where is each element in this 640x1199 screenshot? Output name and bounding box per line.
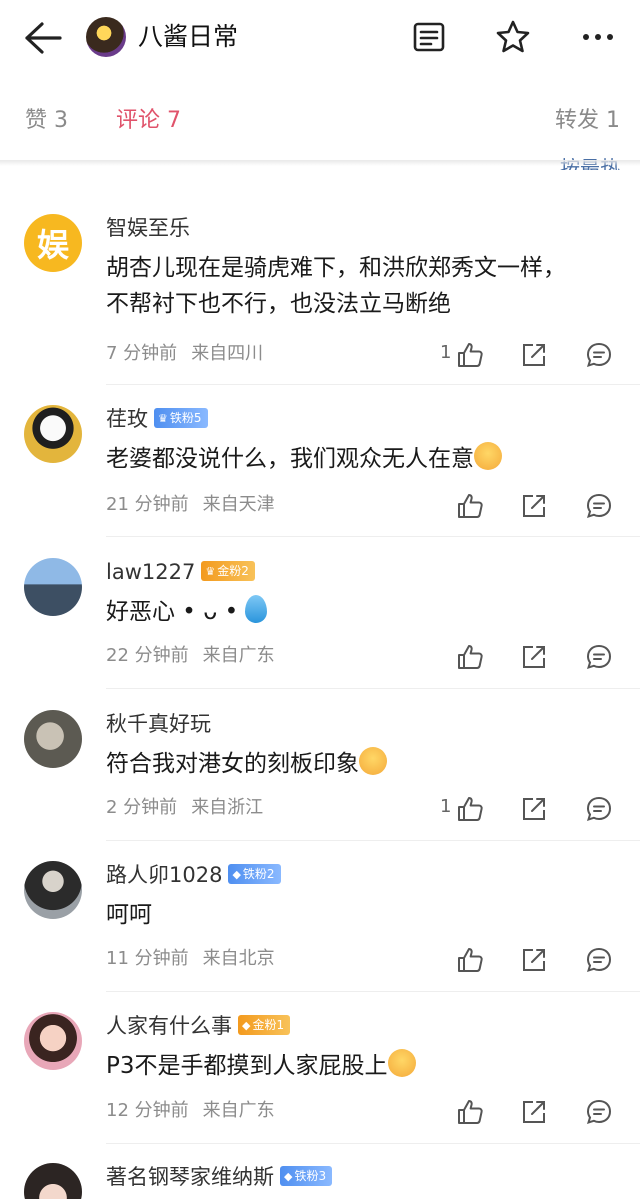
share-icon[interactable] [519,794,549,824]
comment-text-content: 好恶心 • ᴗ • [106,599,239,625]
crown-icon: ♛ [158,412,168,425]
tab-reposts[interactable]: 转发 1 [555,106,620,136]
avatar[interactable] [24,710,82,768]
grimace-emoji-icon [359,747,387,775]
share-icon[interactable] [519,642,549,672]
reply-icon[interactable] [584,642,614,672]
divider [106,536,640,537]
avatar[interactable] [24,405,82,463]
comment-actions [0,1097,640,1127]
reply-icon[interactable] [584,491,614,521]
fan-badge: ◆ 铁粉3 [280,1166,333,1186]
sort-toggle[interactable]: 按最热 [560,146,620,170]
comment-text-content: 符合我对港女的刻板印象 [106,751,359,777]
avatar[interactable] [24,1012,82,1070]
share-icon[interactable] [519,1097,549,1127]
fan-badge: ◆ 铁粉2 [228,864,281,884]
crown-icon: ♛ [205,565,216,578]
divider [106,384,640,385]
badge-label: 铁粉5 [169,411,202,425]
comment-text: 胡杏儿现在是骑虎难下，和洪欣郑秀文一样，不帮衬下也不行，也没法立马断绝 [106,255,566,317]
comment-author[interactable]: 人家有什么事 ◆ 金粉1 [106,1012,291,1040]
comment-author[interactable]: law1227 ♛ 金粉2 [106,558,255,586]
share-icon[interactable] [519,340,549,370]
comment-text: 呵呵 [106,902,152,928]
reply-icon[interactable] [584,1097,614,1127]
yum-emoji-icon [474,442,502,470]
avatar[interactable] [24,558,82,616]
avatar-logo-text: 娱 [36,226,69,264]
article-icon[interactable] [409,17,449,57]
thumbs-up-icon[interactable] [455,1097,485,1127]
author-name: law1227 [106,560,196,584]
comment-text: 老婆都没说什么，我们观众无人在意 [106,441,586,477]
avatar[interactable] [24,1163,82,1199]
gem-icon: ◆ [242,1019,251,1032]
comment-author[interactable]: 著名钢琴家维纳斯 ◆ 铁粉3 [106,1163,333,1191]
badge-label: 金粉1 [252,1018,285,1032]
top-bar: 八酱日常 [0,0,640,76]
divider [106,991,640,992]
thumbs-up-icon[interactable] [455,642,485,672]
comment-author[interactable]: 智娱至乐 [106,214,190,242]
author-name: 路人卯1028 [106,863,223,887]
thumbs-up-icon[interactable] [455,794,485,824]
reply-icon[interactable] [584,794,614,824]
comment-text: P3不是手都摸到人家屁股上 [106,1048,586,1084]
badge-label: 铁粉2 [242,867,275,881]
comment-actions [0,491,640,521]
author-name: 荏玫 [106,407,148,431]
divider [106,1143,640,1144]
tab-shadow-divider [0,160,640,166]
laugh-tears-emoji-icon [387,1049,416,1077]
more-icon[interactable] [578,17,618,57]
comment-text-content: P3不是手都摸到人家屁股上 [106,1053,388,1079]
avatar[interactable]: 娱 [24,214,82,272]
fan-badge: ♛ 铁粉5 [154,408,208,428]
divider [106,840,640,841]
comment-actions [0,642,640,672]
author-name: 著名钢琴家维纳斯 [106,1165,274,1189]
share-icon[interactable] [519,945,549,975]
droplet-emoji-icon [245,595,268,623]
comment-text: 好恶心 • ᴗ • [106,594,586,630]
share-icon[interactable] [519,491,549,521]
comment-actions [0,945,640,975]
like-count: 1 [440,796,452,817]
star-icon[interactable] [493,17,533,57]
account-avatar[interactable] [86,17,126,57]
comment-author[interactable]: 秋千真好玩 [106,710,211,738]
back-arrow-icon[interactable] [22,18,64,58]
comment-text-content: 老婆都没说什么，我们观众无人在意 [106,446,474,472]
comment-actions: 1 [0,794,640,824]
badge-label: 金粉2 [217,564,249,578]
author-name: 人家有什么事 [106,1014,232,1038]
tab-bar: 赞 3 评论 7 转发 1 [0,84,640,160]
avatar[interactable] [24,861,82,919]
comment-actions: 1 [0,340,640,370]
comment-author[interactable]: 路人卯1028 ◆ 铁粉2 [106,861,281,889]
like-count: 1 [440,342,452,363]
tab-comments[interactable]: 评论 7 [116,106,181,136]
comment-text: 符合我对港女的刻板印象 [106,746,586,782]
diamond-icon: ◆ [232,868,241,881]
diamond-icon: ◆ [284,1170,293,1183]
fan-badge: ◆ 金粉1 [238,1015,291,1035]
thumbs-up-icon[interactable] [455,491,485,521]
reply-icon[interactable] [584,945,614,975]
comment-author[interactable]: 荏玫 ♛ 铁粉5 [106,405,208,433]
thumbs-up-icon[interactable] [455,945,485,975]
page-title[interactable]: 八酱日常 [138,20,238,54]
badge-label: 铁粉3 [294,1169,327,1183]
reply-icon[interactable] [584,340,614,370]
thumbs-up-icon[interactable] [455,340,485,370]
fan-badge: ♛ 金粉2 [201,561,255,581]
tab-likes[interactable]: 赞 3 [25,106,68,136]
divider [106,688,640,689]
